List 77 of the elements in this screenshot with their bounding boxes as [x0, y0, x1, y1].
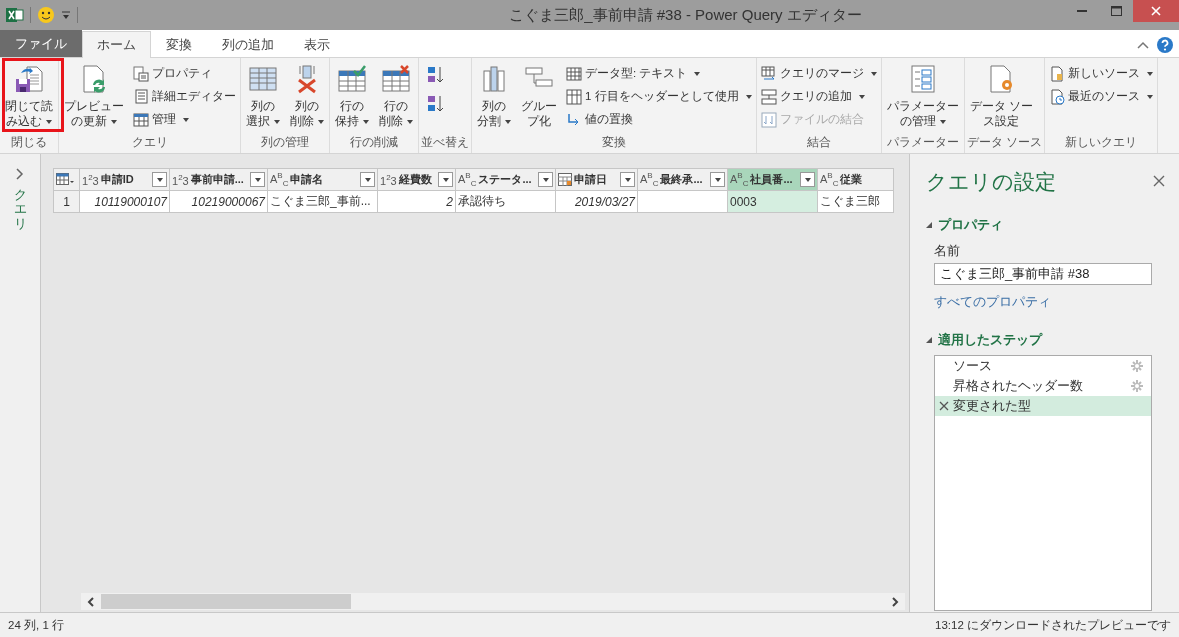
column-name: 申請日	[574, 172, 608, 187]
queries-pane-label[interactable]: クエリ	[13, 188, 27, 231]
ribbon-tab[interactable]: 列の追加	[207, 31, 289, 57]
group-label: 列の管理	[260, 135, 310, 150]
column-name: 従業	[840, 172, 864, 187]
column-name: 社員番...	[750, 172, 794, 187]
ribbon-button[interactable]: 閉じて読 み込む	[2, 61, 56, 131]
ribbon-button[interactable]: 1 行目をヘッダーとして使用	[564, 86, 754, 107]
column-name: ステータ...	[478, 172, 533, 187]
ribbon-button[interactable]: プレビュー の更新	[61, 61, 127, 131]
ribbon-button[interactable]: 行の 削除	[376, 61, 416, 131]
column-header[interactable]: A$^{B}$$_{C}$ 社員番...	[727, 168, 818, 191]
table-cell: 承認待ち	[455, 190, 556, 213]
section-heading: プロパティ	[938, 216, 1003, 234]
table-cell: 10219000067	[169, 190, 268, 213]
ribbon-button[interactable]: 詳細エディター	[131, 86, 238, 107]
column-name: 事前申請...	[190, 172, 245, 187]
column-header[interactable]: 申請日	[555, 168, 638, 191]
status-text: 13:12 にダウンロードされたプレビューです	[935, 617, 1171, 633]
column-name: 最終承...	[660, 172, 704, 187]
group-label: 並べ替え	[421, 135, 469, 150]
status-text: 24 列, 1 行	[8, 617, 64, 633]
ribbon-button[interactable]: データ型: テキスト	[564, 63, 754, 84]
step-item[interactable]: ソース	[935, 356, 1151, 376]
row-number: 1	[53, 190, 80, 213]
column-name: 経費数	[398, 172, 433, 187]
name-input-field[interactable]: こぐま三郎_事前申請 #38	[934, 263, 1152, 285]
group-label: 新しいクエリ	[1063, 135, 1138, 150]
field-label: 名前	[934, 242, 961, 260]
ribbon-button[interactable]: 新しいソース	[1046, 63, 1155, 84]
column-header[interactable]: A$^{B}$$_{C}$ 申請名	[267, 168, 378, 191]
window-title: こぐま三郎_事前申請 #38 - Power Query エディター	[508, 5, 863, 25]
ribbon-button[interactable]: 列の 選択	[243, 61, 283, 131]
column-header[interactable]: 1$^{2}$3 事前申請...	[169, 168, 268, 191]
ribbon-button[interactable]: 行の 保持	[332, 61, 372, 131]
ribbon-button[interactable]: パラメーター の管理	[883, 61, 962, 131]
group-label: 変換	[600, 135, 627, 150]
column-header[interactable]: A$^{B}$$_{C}$ 従業	[817, 168, 894, 191]
ribbon-button[interactable]: データ ソー ス設定	[966, 61, 1036, 131]
column-header[interactable]: A$^{B}$$_{C}$ 最終承...	[637, 168, 728, 191]
table-cell: 2019/03/27	[555, 190, 638, 213]
type-label: 1$^{2}$3	[172, 172, 189, 187]
group-label: 行の削減	[349, 135, 399, 150]
column-header[interactable]: 1$^{2}$3 申請ID	[79, 168, 170, 191]
ribbon-button[interactable]: 値の置換	[564, 109, 754, 130]
step-item[interactable]: 変更された型	[935, 396, 1151, 416]
group-label: データ ソース	[966, 135, 1042, 150]
column-header[interactable]: A$^{B}$$_{C}$ ステータ...	[455, 168, 556, 191]
column-name: 申請ID	[100, 172, 135, 187]
ribbon-tab[interactable]: 変換	[151, 31, 207, 57]
group-label: 閉じる	[10, 135, 48, 150]
ribbon-tab[interactable]: ホーム	[82, 31, 151, 58]
ribbon-button[interactable]: クエリのマージ	[758, 63, 879, 84]
ribbon-button[interactable]: クエリの追加	[758, 86, 879, 107]
table-cell: こぐま三郎_事前...	[267, 190, 378, 213]
group-label: 結合	[805, 135, 832, 150]
column-header[interactable]: 1$^{2}$3 経費数	[377, 168, 456, 191]
step-item[interactable]: 昇格されたヘッダー数	[935, 376, 1151, 396]
ribbon-button[interactable]: 列の 分割	[474, 61, 514, 131]
ribbon-button[interactable]: プロパティ	[131, 63, 238, 84]
ribbon-button[interactable]: グルー プ化	[518, 61, 560, 131]
file-menu-tab[interactable]: ファイル	[0, 30, 82, 57]
table-cell: こぐま三郎	[817, 190, 894, 213]
pane-title: クエリの設定	[926, 169, 1056, 195]
type-label: 1$^{2}$3	[380, 172, 397, 187]
section-heading: 適用したステップ	[938, 331, 1042, 349]
all-properties-link[interactable]: すべてのプロパティ	[934, 293, 1179, 311]
column-name: 申請名	[290, 172, 325, 187]
ribbon-tab[interactable]: 表示	[289, 31, 345, 57]
table-cell: 2	[377, 190, 456, 213]
table-cell: 10119000107	[79, 190, 170, 213]
group-label: クエリ	[130, 135, 169, 150]
ribbon-button[interactable]: 管理	[131, 109, 238, 130]
group-label: パラメーター	[885, 135, 960, 150]
ribbon-button[interactable]: 列の 削除	[287, 61, 327, 131]
type-label: 1$^{2}$3	[82, 172, 99, 187]
ribbon-button[interactable]: 最近のソース	[1046, 86, 1155, 107]
